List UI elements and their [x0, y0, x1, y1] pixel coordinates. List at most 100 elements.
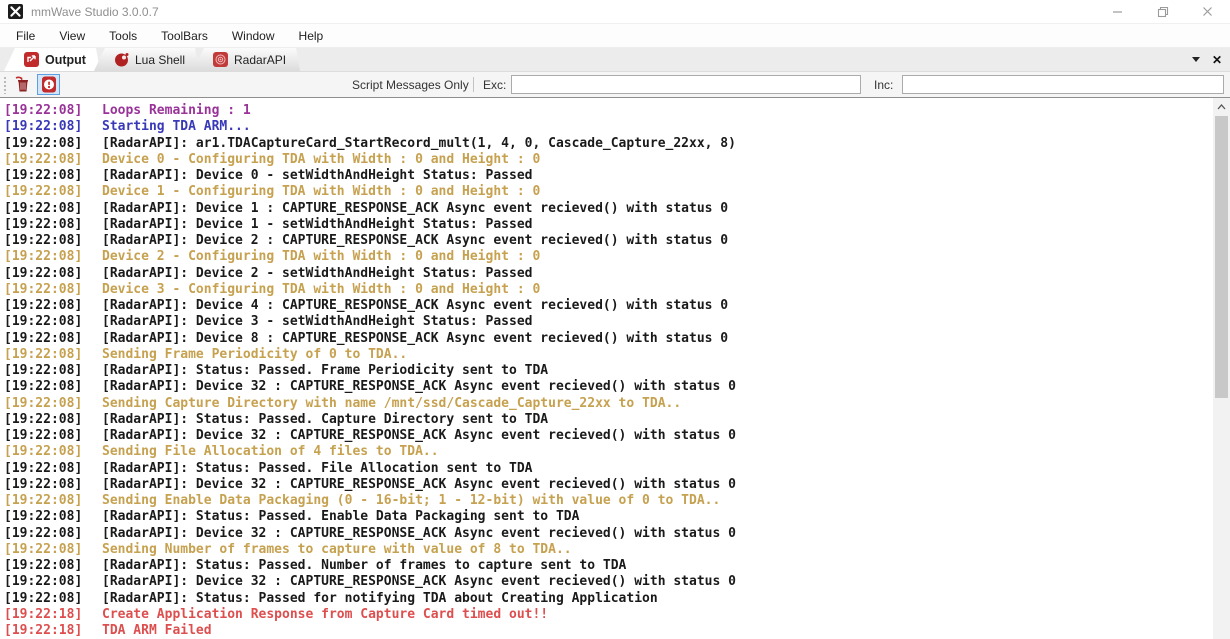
tab-bar-controls: ✕	[1191, 48, 1222, 71]
log-line: [19:22:08] Sending Enable Data Packaging …	[4, 493, 1210, 509]
app-icon	[8, 4, 23, 19]
log-timestamp: [19:22:08]	[4, 476, 83, 492]
log-message: [RadarAPI]: Device 32 : CAPTURE_RESPONSE…	[102, 574, 736, 590]
tab-list-dropdown-icon[interactable]	[1191, 57, 1200, 62]
menu-item-toolbars[interactable]: ToolBars	[149, 25, 220, 47]
log-timestamp: [19:22:08]	[4, 200, 83, 216]
log-timestamp: [19:22:18]	[4, 606, 83, 622]
log-timestamp: [19:22:08]	[4, 265, 83, 281]
log-timestamp: [19:22:08]	[4, 151, 83, 167]
menu-item-window[interactable]: Window	[220, 25, 287, 47]
log-line: [19:22:08] Starting TDA ARM...	[4, 119, 1210, 135]
tab-close-icon[interactable]: ✕	[1212, 54, 1222, 66]
log-line: [19:22:08] Sending File Allocation of 4 f…	[4, 444, 1210, 460]
log-timestamp: [19:22:08]	[4, 428, 83, 443]
exclamation-circle-icon	[41, 76, 56, 93]
script-messages-toggle-button[interactable]	[37, 74, 60, 95]
log-timestamp: [19:22:08]	[4, 119, 83, 135]
log-line: [19:22:08] [RadarAPI]: Device 1 - setWidt…	[4, 217, 1210, 233]
log-timestamp: [19:22:08]	[4, 330, 83, 346]
log-message: [RadarAPI]: Status: Passed for notifying…	[102, 590, 658, 606]
output-export-icon	[24, 52, 39, 67]
vertical-scrollbar[interactable]	[1213, 98, 1230, 639]
log-timestamp: [19:22:08]	[4, 444, 83, 460]
log-message: Sending Number of frames to capture with…	[102, 541, 572, 557]
log-line: [19:22:08] [RadarAPI]: Device 2 - setWidt…	[4, 266, 1210, 282]
tab-radar-api[interactable]: RadarAPI	[193, 48, 300, 71]
log-line: [19:22:08] Device 1 - Configuring TDA wit…	[4, 184, 1210, 200]
log-message: Loops Remaining : 1	[102, 103, 251, 118]
log-message: [RadarAPI]: Device 2 - setWidthAndHeight…	[102, 265, 533, 281]
log-timestamp: [19:22:08]	[4, 590, 83, 606]
menu-item-tools[interactable]: Tools	[97, 25, 149, 47]
include-filter-label: Inc:	[874, 78, 894, 92]
radar-api-icon	[213, 52, 228, 67]
log-message: Device 3 - Configuring TDA with Width : …	[102, 281, 541, 297]
log-line: [19:22:08] [RadarAPI]: Device 32 : CAPTUR…	[4, 428, 1210, 444]
scrollbar-thumb[interactable]	[1215, 116, 1228, 398]
clear-output-button[interactable]	[11, 74, 34, 95]
log-timestamp: [19:22:08]	[4, 298, 83, 313]
log-line: [19:22:08] [RadarAPI]: Status: Passed. Fr…	[4, 363, 1210, 379]
trash-icon	[15, 76, 28, 92]
log-timestamp: [19:22:08]	[4, 379, 83, 395]
log-timestamp: [19:22:08]	[4, 574, 83, 590]
log-message: [RadarAPI]: ar1.TDACaptureCard_StartReco…	[102, 135, 736, 151]
tab-lua-shell[interactable]: Lua Shell	[94, 48, 199, 71]
log-line: [19:22:08] Sending Capture Directory with…	[4, 396, 1210, 412]
log-timestamp: [19:22:18]	[4, 623, 83, 638]
log-message: [RadarAPI]: Status: Passed. Enable Data …	[102, 509, 580, 525]
exclude-filter-input[interactable]	[511, 75, 861, 94]
log-timestamp: [19:22:08]	[4, 168, 83, 183]
log-timestamp: [19:22:08]	[4, 135, 83, 151]
log-message: Sending Frame Periodicity of 0 to TDA..	[102, 346, 408, 362]
close-button[interactable]	[1185, 0, 1230, 23]
script-messages-only-label[interactable]: Script Messages Only	[352, 78, 469, 92]
log-timestamp: [19:22:08]	[4, 216, 83, 232]
log-message: [RadarAPI]: Device 4 : CAPTURE_RESPONSE_…	[102, 298, 729, 313]
log-timestamp: [19:22:08]	[4, 249, 83, 265]
log-timestamp: [19:22:08]	[4, 395, 83, 411]
log-line: [19:22:08] [RadarAPI]: Device 0 - setWidt…	[4, 168, 1210, 184]
log-line: [19:22:18] Create Application Response fr…	[4, 607, 1210, 623]
menu-item-file[interactable]: File	[4, 25, 47, 47]
output-log-panel: [19:22:08] Loops Remaining : 1 [19:22:08]…	[0, 98, 1230, 639]
log-message: [RadarAPI]: Device 32 : CAPTURE_RESPONSE…	[102, 476, 736, 492]
window-title: mmWave Studio 3.0.0.7	[31, 4, 159, 19]
scroll-up-icon	[1217, 103, 1226, 109]
log-lines: [19:22:08] Loops Remaining : 1 [19:22:08]…	[0, 98, 1230, 639]
log-message: TDA ARM Failed	[102, 623, 212, 638]
log-message: [RadarAPI]: Device 1 : CAPTURE_RESPONSE_…	[102, 200, 729, 216]
log-message: [RadarAPI]: Device 32 : CAPTURE_RESPONSE…	[102, 525, 736, 541]
maximize-button[interactable]	[1140, 0, 1185, 23]
toolbar-grip[interactable]	[3, 76, 7, 94]
log-timestamp: [19:22:08]	[4, 558, 83, 573]
window-controls	[1095, 0, 1230, 23]
log-message: [RadarAPI]: Device 32 : CAPTURE_RESPONSE…	[102, 428, 736, 443]
log-timestamp: [19:22:08]	[4, 525, 83, 541]
log-line: [19:22:08] Sending Frame Periodicity of 0…	[4, 347, 1210, 363]
log-message: Sending Capture Directory with name /mnt…	[102, 395, 682, 411]
log-message: [RadarAPI]: Device 3 - setWidthAndHeight…	[102, 314, 533, 330]
log-line: [19:22:08] Loops Remaining : 1	[4, 103, 1210, 119]
log-timestamp: [19:22:08]	[4, 411, 83, 427]
include-filter-input[interactable]	[902, 75, 1224, 94]
log-line: [19:22:08] Device 2 - Configuring TDA wit…	[4, 249, 1210, 265]
log-timestamp: [19:22:08]	[4, 541, 83, 557]
log-timestamp: [19:22:08]	[4, 184, 83, 200]
exclude-filter-label: Exc:	[483, 78, 507, 92]
log-message: Starting TDA ARM...	[102, 119, 251, 135]
log-message: [RadarAPI]: Device 1 - setWidthAndHeight…	[102, 216, 533, 232]
menu-item-help[interactable]: Help	[287, 25, 336, 47]
log-line: [19:22:08] [RadarAPI]: Device 32 : CAPTUR…	[4, 526, 1210, 542]
minimize-button[interactable]	[1095, 0, 1140, 23]
tab-lua-shell-label: Lua Shell	[134, 52, 186, 67]
menu-item-view[interactable]: View	[47, 25, 97, 47]
title-bar: mmWave Studio 3.0.0.7	[0, 0, 1230, 24]
menu-bar: File View Tools ToolBars Window Help	[0, 24, 1230, 48]
tab-bar: Output Lua Shell RadarAPI ✕	[0, 48, 1230, 72]
scroll-up-button[interactable]	[1213, 98, 1230, 115]
log-message: [RadarAPI]: Device 2 : CAPTURE_RESPONSE_…	[102, 233, 729, 248]
log-message: [RadarAPI]: Device 8 : CAPTURE_RESPONSE_…	[102, 330, 729, 346]
tab-output[interactable]: Output	[4, 48, 100, 71]
